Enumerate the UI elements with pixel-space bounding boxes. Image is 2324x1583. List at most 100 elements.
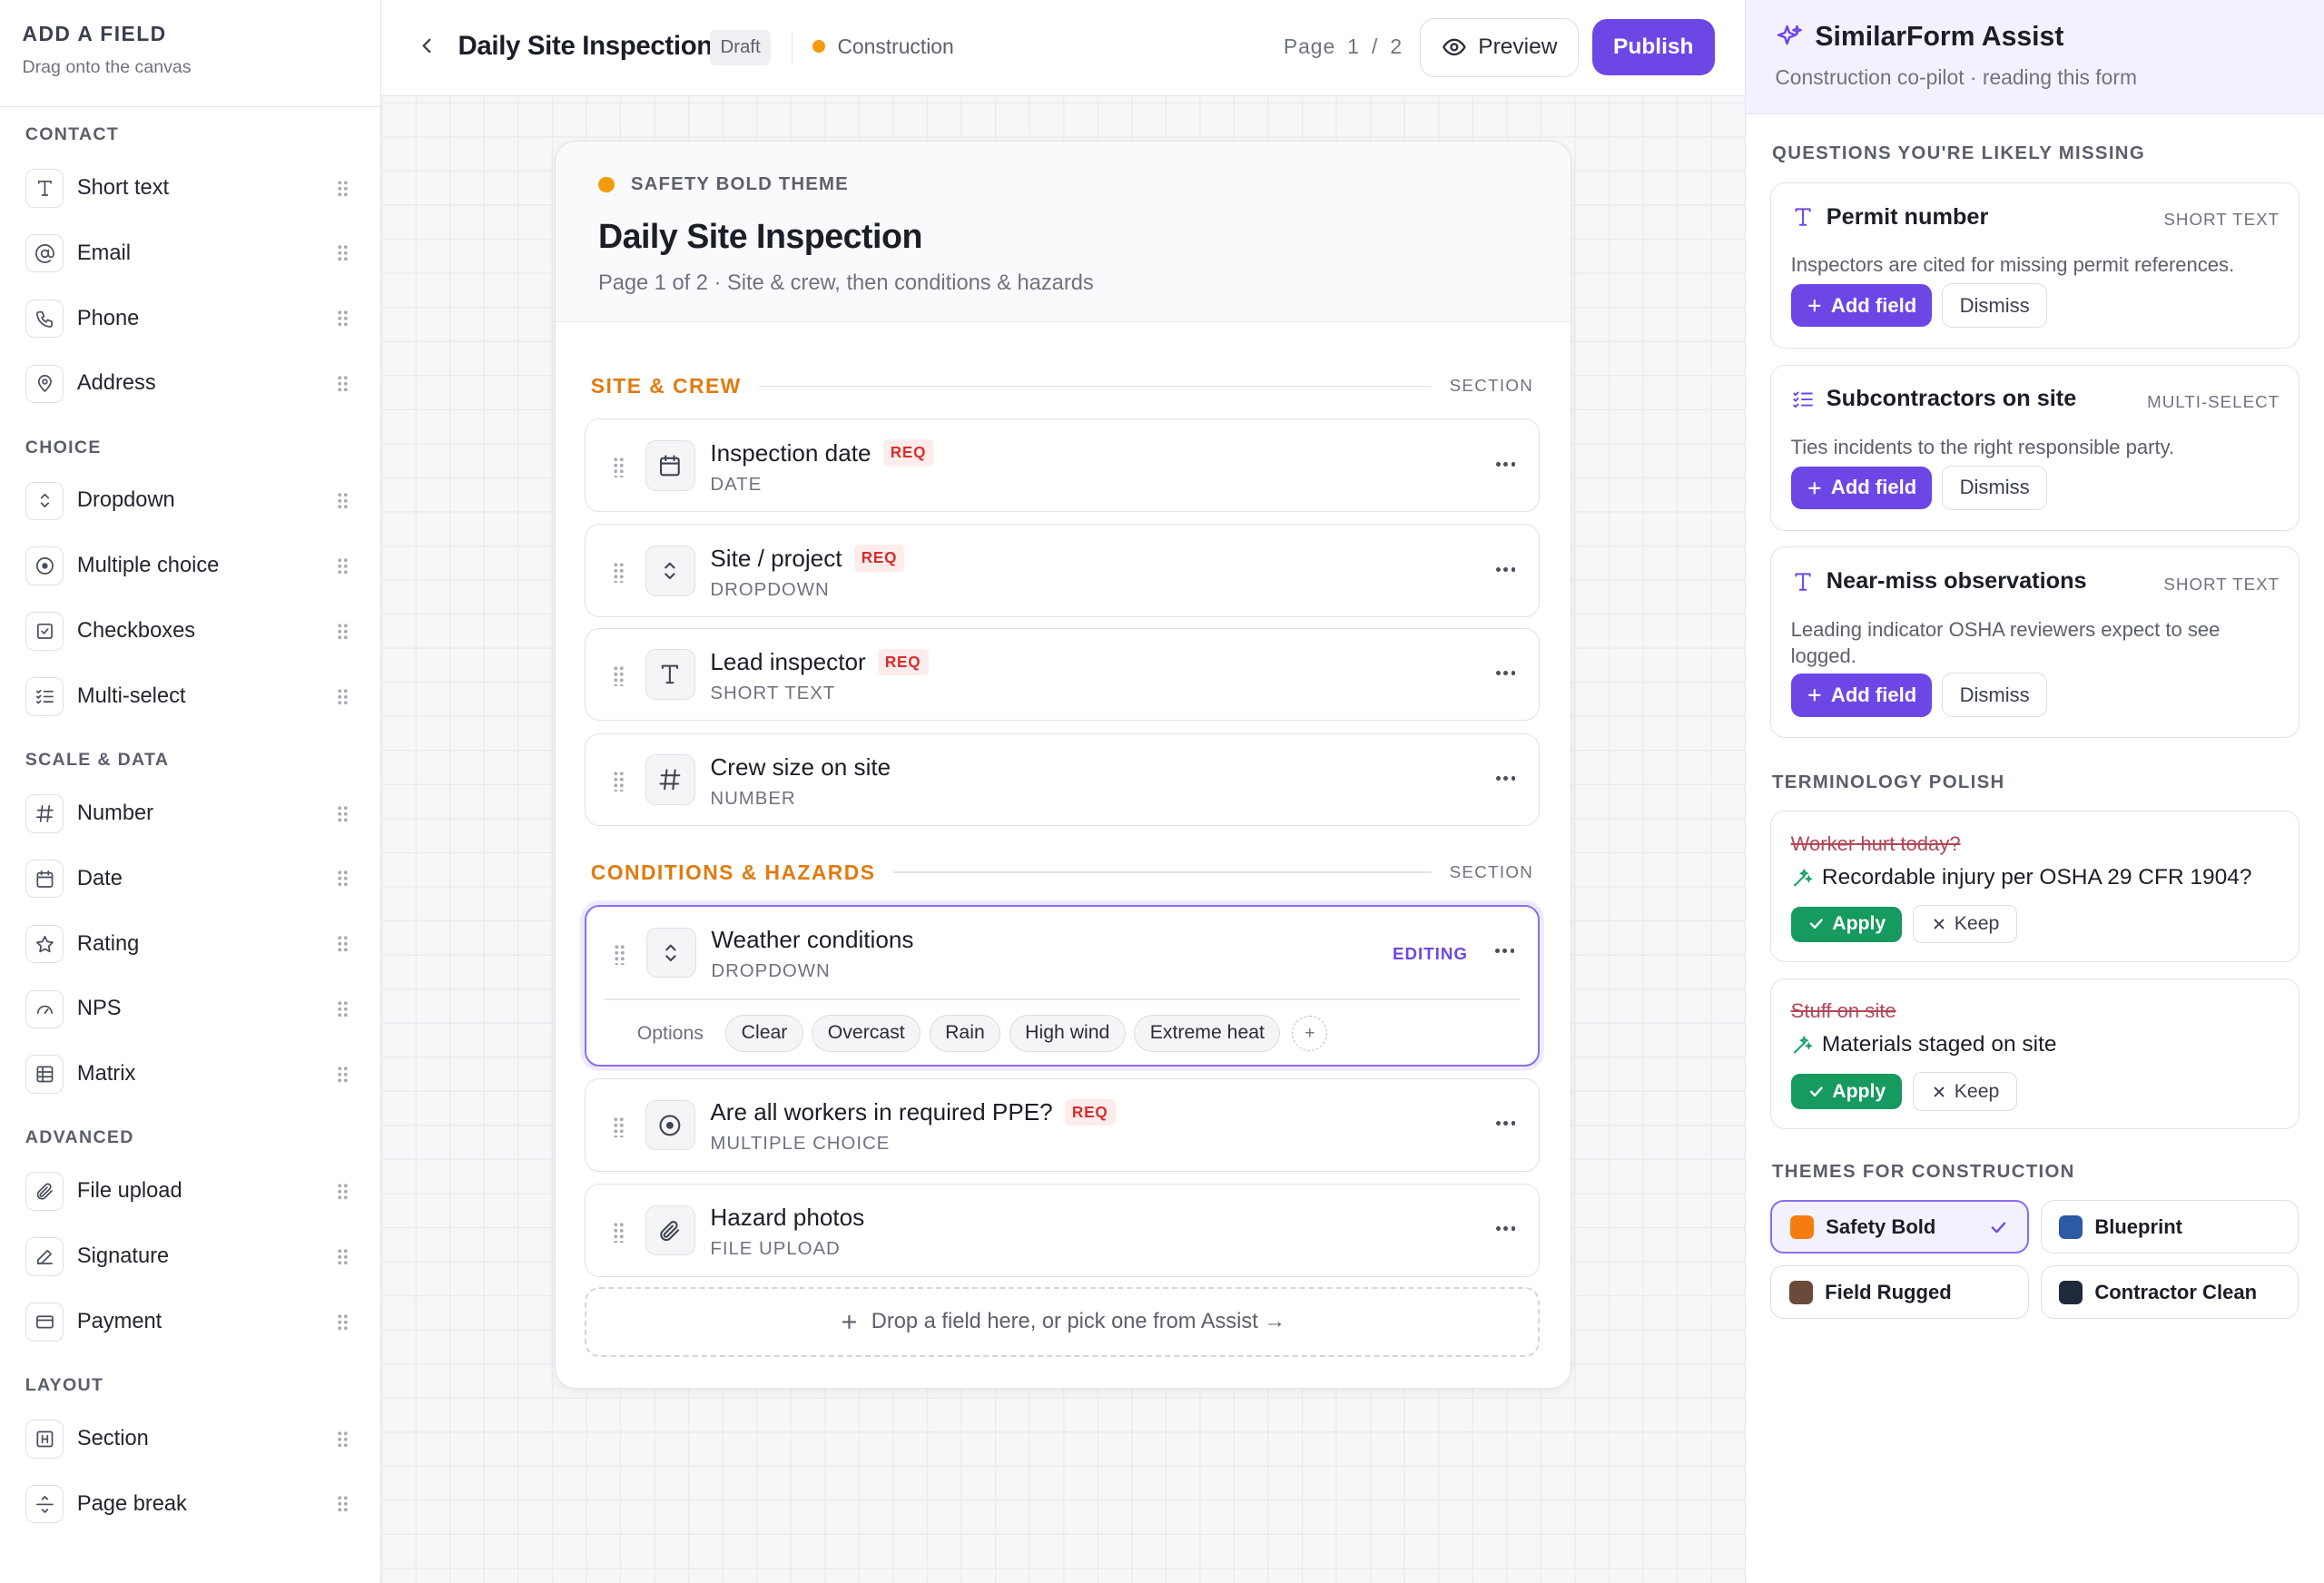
keep-button[interactable]: Keep bbox=[1912, 1072, 2018, 1111]
field-dropzone[interactable]: Drop a field here, or pick one from Assi… bbox=[585, 1287, 1540, 1357]
form-header[interactable]: SAFETY BOLD THEME Daily Site Inspection … bbox=[555, 142, 1571, 323]
add-field-button[interactable]: Add field bbox=[1790, 466, 1932, 509]
industry-tag[interactable]: Construction bbox=[812, 34, 954, 59]
publish-button[interactable]: Publish bbox=[1591, 19, 1715, 76]
keep-button[interactable]: Keep bbox=[1912, 904, 2018, 944]
palette-item-matrix[interactable]: Matrix bbox=[25, 1049, 354, 1100]
theme-option[interactable]: Safety Bold bbox=[1770, 1200, 2029, 1254]
drag-handle-icon[interactable] bbox=[612, 562, 625, 583]
terminology-heading: TERMINOLOGY POLISH bbox=[1772, 772, 2005, 792]
drag-handle-icon[interactable] bbox=[336, 622, 349, 641]
theme-option[interactable]: Blueprint bbox=[2040, 1200, 2299, 1254]
form-field[interactable]: Hazard photos FILE UPLOAD bbox=[585, 1183, 1540, 1277]
page-indicator: Page 1 / 2 bbox=[1284, 34, 1403, 59]
form-field[interactable]: Site / project REQ DROPDOWN bbox=[585, 524, 1540, 618]
palette-item-rating[interactable]: Rating bbox=[25, 919, 354, 969]
more-options-icon[interactable] bbox=[1494, 766, 1518, 790]
chevron-updown-icon bbox=[665, 562, 675, 580]
drag-handle-icon[interactable] bbox=[336, 556, 349, 575]
back-button[interactable] bbox=[410, 30, 443, 63]
option-chip[interactable]: Rain bbox=[929, 1015, 1001, 1052]
more-options-icon[interactable] bbox=[1494, 662, 1518, 685]
palette-item-label: Address bbox=[76, 371, 156, 396]
more-options-icon[interactable] bbox=[1494, 1217, 1518, 1241]
theme-option[interactable]: Contractor Clean bbox=[2040, 1265, 2299, 1320]
palette-item-signature[interactable]: Signature bbox=[25, 1232, 354, 1283]
add-field-button[interactable]: Add field bbox=[1790, 283, 1932, 328]
palette-item-label: Phone bbox=[76, 306, 140, 330]
palette-item-multi-select[interactable]: Multi-select bbox=[25, 672, 354, 723]
option-chip[interactable]: High wind bbox=[1009, 1015, 1126, 1052]
option-chip[interactable]: Clear bbox=[725, 1015, 803, 1052]
required-badge: REQ bbox=[1064, 1098, 1116, 1126]
palette-item-dropdown[interactable]: Dropdown bbox=[25, 476, 354, 526]
drag-handle-icon[interactable] bbox=[336, 375, 349, 393]
field-type-icon bbox=[645, 649, 696, 700]
original-wording: Worker hurt today? bbox=[1790, 831, 1961, 855]
form-field[interactable]: Inspection date REQ DATE bbox=[585, 418, 1540, 513]
drag-handle-icon[interactable] bbox=[336, 935, 349, 953]
section-header[interactable]: SITE & CREW SECTION bbox=[591, 371, 1533, 401]
section-header[interactable]: CONDITIONS & HAZARDS SECTION bbox=[591, 858, 1533, 888]
palette-item-checkboxes[interactable]: Checkboxes bbox=[25, 606, 354, 657]
drag-handle-icon[interactable] bbox=[612, 1221, 625, 1243]
palette-item-address[interactable]: Address bbox=[25, 359, 354, 409]
drag-handle-icon[interactable] bbox=[336, 310, 349, 328]
apply-button[interactable]: Apply bbox=[1790, 906, 1903, 942]
palette-item-number[interactable]: Number bbox=[25, 789, 354, 840]
palette-item-multiple-choice[interactable]: Multiple choice bbox=[25, 541, 354, 592]
form-title[interactable]: Daily Site Inspection bbox=[458, 31, 713, 62]
drag-handle-icon[interactable] bbox=[336, 1430, 349, 1449]
more-options-icon[interactable] bbox=[1494, 1112, 1518, 1136]
preview-button[interactable]: Preview bbox=[1420, 17, 1579, 77]
text-icon bbox=[1795, 208, 1811, 226]
drag-handle-icon[interactable] bbox=[336, 244, 349, 262]
drag-handle-icon[interactable] bbox=[336, 870, 349, 888]
dismiss-button[interactable]: Dismiss bbox=[1942, 673, 2048, 718]
form-field[interactable]: Lead inspector REQ SHORT TEXT bbox=[585, 627, 1540, 722]
palette-item-file-upload[interactable]: File upload bbox=[25, 1166, 354, 1217]
option-chip[interactable]: Extreme heat bbox=[1134, 1015, 1281, 1052]
palette-icon bbox=[25, 1484, 64, 1524]
drag-handle-icon[interactable] bbox=[336, 804, 349, 823]
more-options-icon[interactable] bbox=[1494, 452, 1518, 476]
drag-handle-icon[interactable] bbox=[336, 1313, 349, 1332]
drag-handle-icon[interactable] bbox=[336, 1247, 349, 1266]
dismiss-button[interactable]: Dismiss bbox=[1942, 465, 2048, 510]
palette-item-date[interactable]: Date bbox=[25, 853, 354, 904]
add-option-button[interactable]: + bbox=[1292, 1015, 1328, 1052]
drag-handle-icon[interactable] bbox=[336, 687, 349, 706]
palette-item-nps[interactable]: NPS bbox=[25, 984, 354, 1035]
apply-button[interactable]: Apply bbox=[1790, 1074, 1903, 1110]
option-chip[interactable]: Overcast bbox=[812, 1015, 921, 1052]
drag-handle-icon[interactable] bbox=[336, 1182, 349, 1201]
form-field[interactable]: Weather conditions DROPDOWN EDITING Options… bbox=[585, 904, 1540, 1067]
palette-item-short-text[interactable]: Short text bbox=[25, 163, 354, 214]
palette-item-email[interactable]: Email bbox=[25, 228, 354, 279]
palette-item-page-break[interactable]: Page break bbox=[25, 1479, 354, 1529]
dismiss-button[interactable]: Dismiss bbox=[1942, 283, 2048, 328]
form-field[interactable]: Are all workers in required PPE? REQ MULTI… bbox=[585, 1077, 1540, 1172]
more-options-icon[interactable] bbox=[1493, 939, 1517, 963]
add-field-button[interactable]: Add field bbox=[1790, 674, 1932, 717]
drag-handle-icon[interactable] bbox=[336, 492, 349, 510]
field-label: Weather conditions bbox=[711, 926, 913, 954]
palette-item-phone[interactable]: Phone bbox=[25, 293, 354, 344]
drag-handle-icon[interactable] bbox=[612, 665, 625, 687]
drag-handle-icon[interactable] bbox=[336, 1065, 349, 1084]
drag-handle-icon[interactable] bbox=[612, 1116, 625, 1137]
theme-option[interactable]: Field Rugged bbox=[1770, 1265, 2029, 1320]
palette-category-label: CHOICE bbox=[25, 437, 102, 457]
form-field[interactable]: Crew size on site NUMBER bbox=[585, 733, 1540, 827]
drag-handle-icon[interactable] bbox=[336, 1000, 349, 1018]
drag-handle-icon[interactable] bbox=[336, 179, 349, 198]
drag-handle-icon[interactable] bbox=[336, 1495, 349, 1513]
terminology-card: Stuff on site Materials staged on site App… bbox=[1770, 978, 2300, 1130]
more-options-icon[interactable] bbox=[1494, 557, 1518, 581]
drag-handle-icon[interactable] bbox=[612, 457, 625, 478]
hash-icon bbox=[35, 804, 54, 822]
drag-handle-icon[interactable] bbox=[613, 943, 625, 965]
drag-handle-icon[interactable] bbox=[612, 771, 625, 792]
palette-item-section[interactable]: Section bbox=[25, 1414, 354, 1465]
palette-item-payment[interactable]: Payment bbox=[25, 1297, 354, 1348]
